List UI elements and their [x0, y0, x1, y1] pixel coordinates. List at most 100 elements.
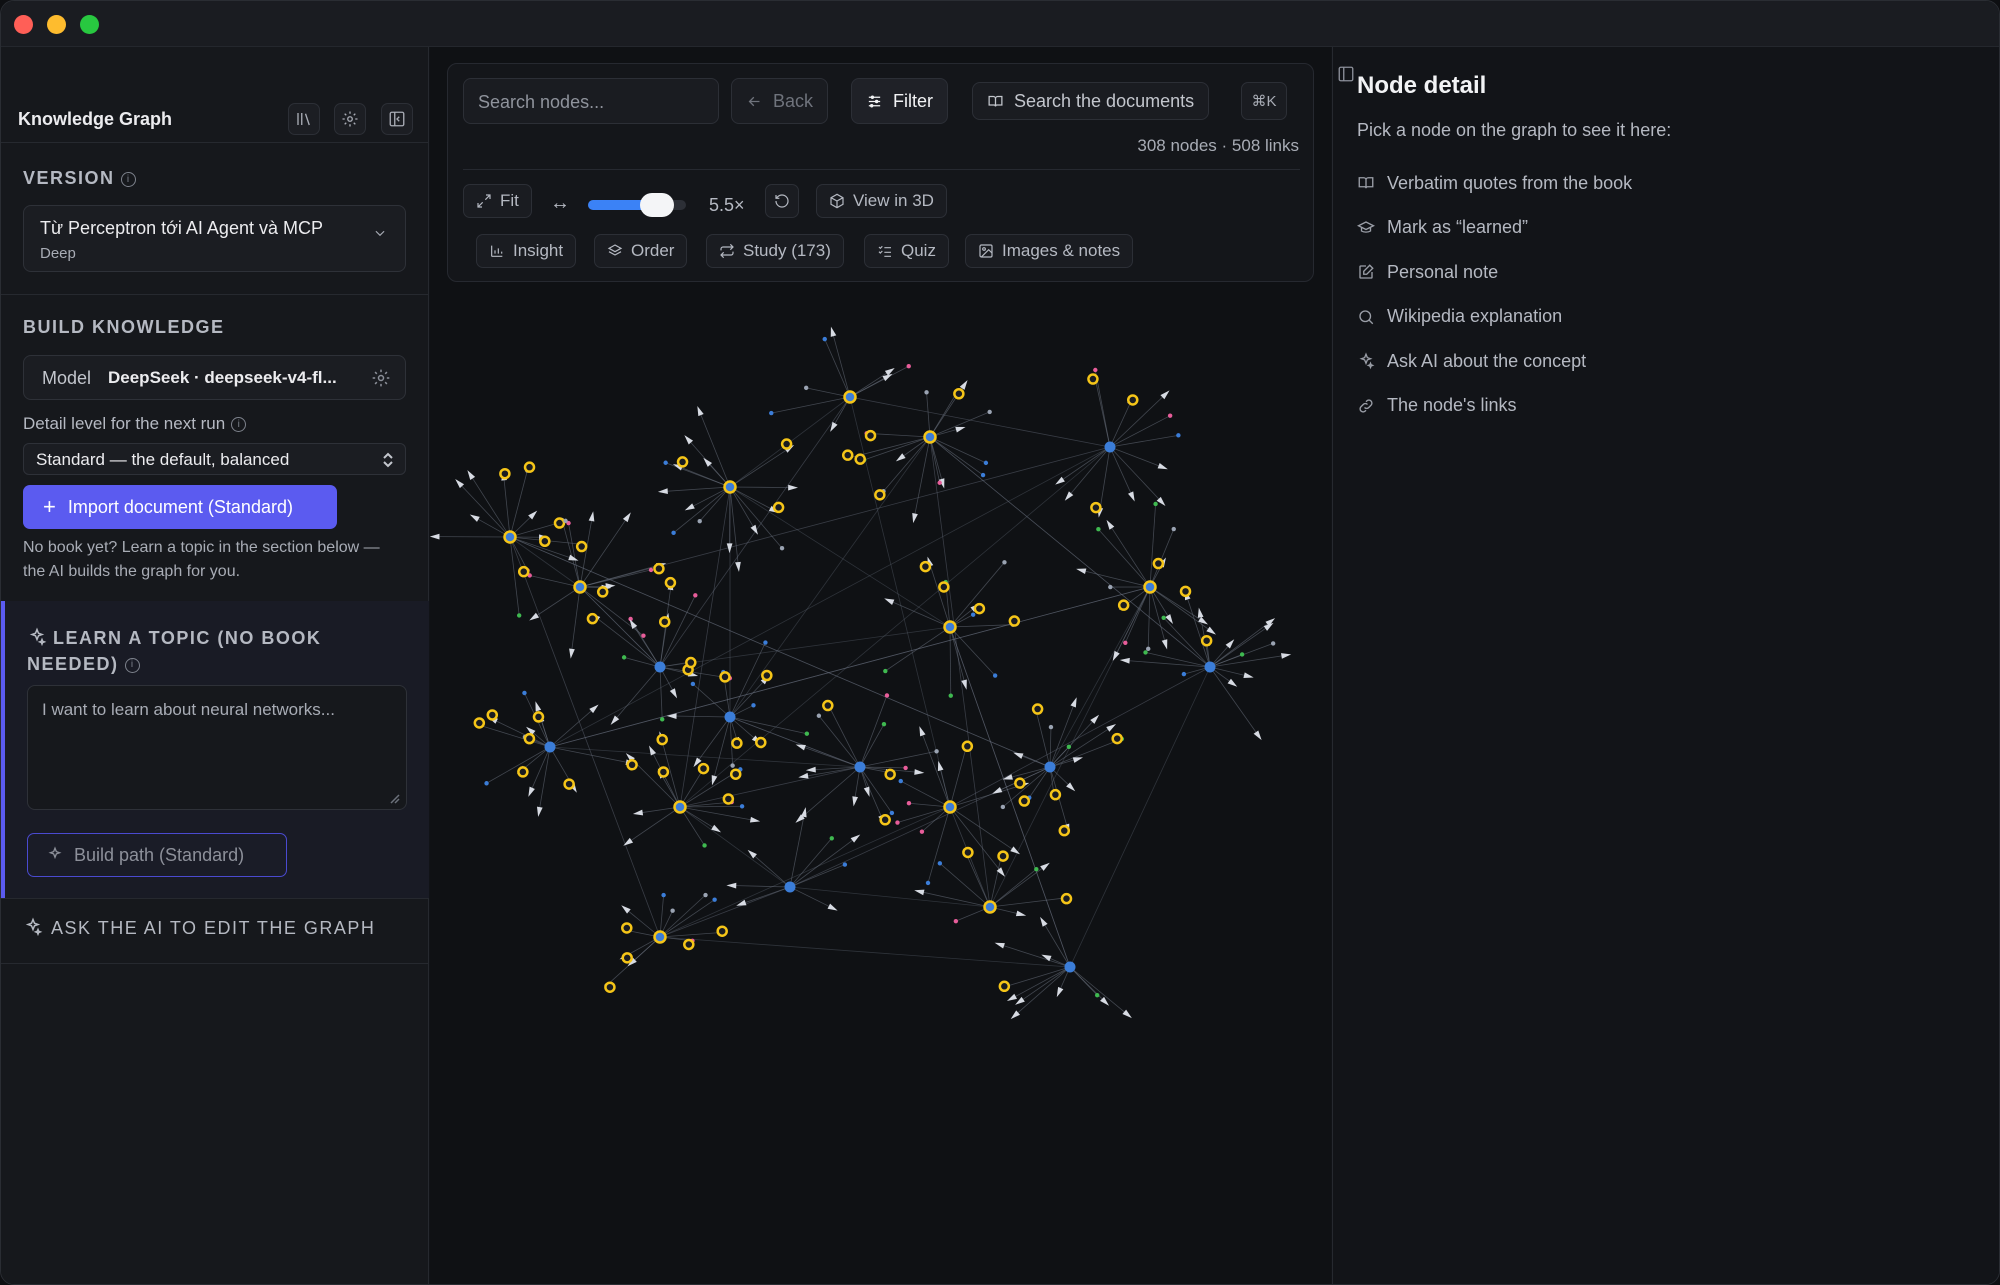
- reset-view-button[interactable]: [765, 184, 799, 218]
- graph-node-highlighted[interactable]: [676, 456, 689, 468]
- info-icon[interactable]: i: [120, 171, 136, 187]
- knowledge-graph-canvas[interactable]: [430, 287, 1331, 1107]
- graph-node[interactable]: [671, 530, 676, 536]
- graph-node-highlighted[interactable]: [596, 586, 609, 598]
- graph-node[interactable]: [1064, 961, 1076, 973]
- graph-node[interactable]: [663, 460, 668, 465]
- graph-node-highlighted[interactable]: [539, 535, 551, 548]
- order-button[interactable]: Order: [594, 234, 688, 268]
- graph-node[interactable]: [948, 693, 953, 698]
- graph-node[interactable]: [1161, 615, 1166, 620]
- graph-node[interactable]: [987, 409, 992, 415]
- graph-node[interactable]: [670, 908, 675, 913]
- graph-node[interactable]: [563, 518, 568, 524]
- graph-node[interactable]: [751, 703, 756, 708]
- graph-node[interactable]: [544, 741, 556, 753]
- filter-button[interactable]: Filter: [851, 78, 948, 124]
- graph-node-highlighted[interactable]: [729, 768, 742, 780]
- minimize-window-button[interactable]: [47, 15, 66, 34]
- graph-node[interactable]: [1002, 560, 1007, 565]
- graph-node-highlighted[interactable]: [923, 430, 937, 444]
- graph-node[interactable]: [1096, 527, 1101, 532]
- graph-node[interactable]: [769, 410, 774, 416]
- graph-node-highlighted[interactable]: [884, 768, 896, 781]
- graph-node-highlighted[interactable]: [1049, 788, 1062, 801]
- ask-ai-edit-graph-section[interactable]: ASK THE AI TO EDIT THE GRAPH: [23, 917, 375, 939]
- graph-node-highlighted[interactable]: [1014, 777, 1026, 789]
- info-icon[interactable]: i: [231, 417, 247, 433]
- graph-node[interactable]: [1066, 744, 1072, 749]
- graph-node[interactable]: [1034, 866, 1039, 872]
- graph-node[interactable]: [1153, 501, 1158, 507]
- zoom-slider-thumb[interactable]: [639, 193, 674, 217]
- graph-node-highlighted[interactable]: [1127, 394, 1139, 406]
- graph-node[interactable]: [516, 613, 522, 618]
- build-path-button[interactable]: Build path (Standard): [27, 833, 287, 877]
- graph-node-highlighted[interactable]: [919, 560, 932, 573]
- graph-node-highlighted[interactable]: [962, 846, 974, 859]
- graph-node-highlighted[interactable]: [983, 900, 997, 914]
- graph-node-highlighted[interactable]: [473, 717, 486, 729]
- graph-node-highlighted[interactable]: [755, 736, 767, 749]
- graph-node-highlighted[interactable]: [841, 449, 854, 461]
- graph-node-highlighted[interactable]: [523, 732, 536, 745]
- graph-node-highlighted[interactable]: [961, 740, 974, 753]
- graph-node-highlighted[interactable]: [697, 762, 710, 775]
- graph-node[interactable]: [854, 761, 866, 773]
- graph-node-highlighted[interactable]: [499, 467, 511, 480]
- graph-node-highlighted[interactable]: [864, 429, 877, 442]
- collapse-sidebar-button[interactable]: [381, 103, 413, 135]
- graph-node-highlighted[interactable]: [653, 562, 665, 575]
- graph-node[interactable]: [690, 681, 696, 687]
- graph-node[interactable]: [829, 836, 834, 841]
- graph-node-highlighted[interactable]: [874, 489, 886, 501]
- graph-node-highlighted[interactable]: [1018, 795, 1031, 807]
- graph-node[interactable]: [906, 364, 911, 369]
- graph-node[interactable]: [522, 690, 527, 696]
- graph-node[interactable]: [1270, 641, 1276, 646]
- graph-node[interactable]: [1176, 433, 1181, 438]
- graph-node-highlighted[interactable]: [973, 602, 986, 615]
- quiz-button[interactable]: Quiz: [864, 234, 949, 268]
- graph-node[interactable]: [648, 567, 654, 573]
- graph-node[interactable]: [702, 843, 707, 848]
- graph-node-highlighted[interactable]: [553, 517, 566, 529]
- graph-node-highlighted[interactable]: [1008, 615, 1021, 627]
- graph-node[interactable]: [842, 862, 848, 867]
- graph-node-highlighted[interactable]: [673, 800, 687, 814]
- graph-node-highlighted[interactable]: [573, 580, 587, 594]
- graph-node[interactable]: [1171, 526, 1176, 532]
- graph-node[interactable]: [697, 518, 702, 524]
- graph-node-highlighted[interactable]: [523, 461, 536, 473]
- graph-node[interactable]: [919, 829, 925, 834]
- graph-node[interactable]: [816, 713, 822, 718]
- learn-topic-textarea[interactable]: I want to learn about neural networks...: [27, 685, 407, 810]
- graph-node-highlighted[interactable]: [653, 930, 667, 944]
- graph-node-highlighted[interactable]: [761, 669, 773, 682]
- panel-collapse-icon[interactable]: [1337, 65, 1355, 83]
- zoom-slider[interactable]: [588, 193, 686, 217]
- graph-node[interactable]: [898, 778, 903, 784]
- version-select[interactable]: Từ Perceptron tới AI Agent và MCP Deep: [23, 205, 406, 272]
- graph-node[interactable]: [822, 336, 827, 342]
- graph-node-highlighted[interactable]: [683, 938, 695, 951]
- maximize-window-button[interactable]: [80, 15, 99, 34]
- graph-node[interactable]: [1181, 671, 1187, 677]
- graph-node[interactable]: [1204, 661, 1216, 673]
- graph-node-highlighted[interactable]: [822, 699, 834, 712]
- images-notes-button[interactable]: Images & notes: [965, 234, 1134, 268]
- graph-node[interactable]: [937, 861, 943, 866]
- graph-node-highlighted[interactable]: [532, 711, 545, 723]
- graph-node-highlighted[interactable]: [1179, 585, 1192, 598]
- graph-node[interactable]: [934, 749, 939, 754]
- graph-node-highlighted[interactable]: [503, 530, 517, 544]
- graph-node-highlighted[interactable]: [1200, 634, 1213, 647]
- graph-node-highlighted[interactable]: [1031, 703, 1044, 715]
- info-icon[interactable]: i: [124, 657, 140, 673]
- graph-node[interactable]: [779, 545, 785, 551]
- study-button[interactable]: Study (173): [706, 234, 844, 268]
- graph-node-highlighted[interactable]: [1111, 732, 1123, 745]
- graph-node-highlighted[interactable]: [621, 952, 633, 964]
- graph-node-highlighted[interactable]: [621, 922, 633, 934]
- graph-node-highlighted[interactable]: [997, 850, 1009, 862]
